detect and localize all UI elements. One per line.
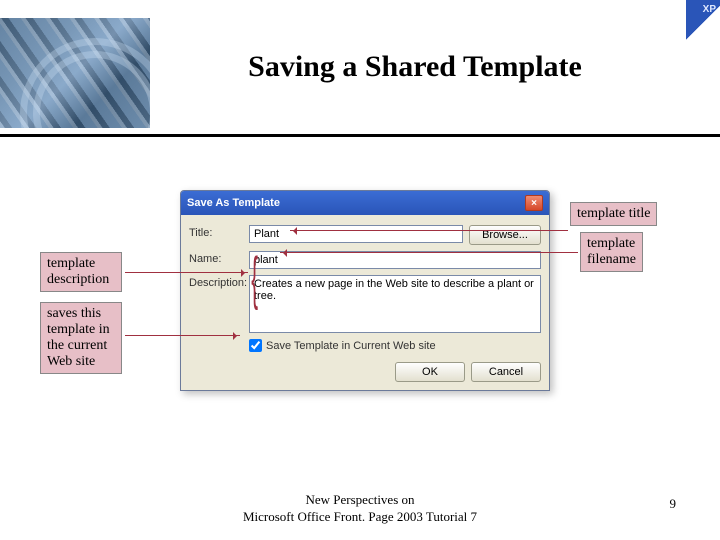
callout-template-title: template title <box>570 202 657 226</box>
callout-saves-current: saves this template in the current Web s… <box>40 302 122 374</box>
name-field[interactable] <box>249 251 541 269</box>
arrow-save-current <box>125 335 240 336</box>
callout-template-description: template description <box>40 252 122 292</box>
arrow-template-title <box>290 230 568 231</box>
description-field[interactable]: Creates a new page in the Web site to de… <box>249 275 541 333</box>
save-in-current-checkbox[interactable] <box>249 339 262 352</box>
corner-badge: XP <box>686 0 720 46</box>
ok-button[interactable]: OK <box>395 362 465 382</box>
decorative-sphere-image <box>0 18 150 128</box>
brace-icon: { <box>251 250 258 308</box>
title-label: Title: <box>189 225 249 239</box>
page-number: 9 <box>670 496 677 512</box>
close-icon[interactable]: × <box>525 195 543 211</box>
arrow-description <box>125 272 248 273</box>
dialog-title: Save As Template <box>187 197 280 209</box>
title-field[interactable] <box>249 225 463 243</box>
slide-footer: New Perspectives on Microsoft Office Fro… <box>0 492 720 526</box>
browse-button[interactable]: Browse... <box>469 225 541 245</box>
slide-header: Saving a Shared Template <box>0 0 720 128</box>
figure-area: Save As Template × Title: Browse... Name… <box>0 190 720 450</box>
slide-title: Saving a Shared Template <box>150 18 720 84</box>
cancel-button[interactable]: Cancel <box>471 362 541 382</box>
save-as-template-dialog: Save As Template × Title: Browse... Name… <box>180 190 550 391</box>
callout-template-filename: template filename <box>580 232 643 272</box>
name-label: Name: <box>189 251 249 265</box>
checkbox-label: Save Template in Current Web site <box>266 340 436 352</box>
arrow-template-filename <box>280 252 578 253</box>
description-label: Description: <box>189 275 249 289</box>
dialog-titlebar: Save As Template × <box>181 191 549 215</box>
divider <box>0 134 720 137</box>
